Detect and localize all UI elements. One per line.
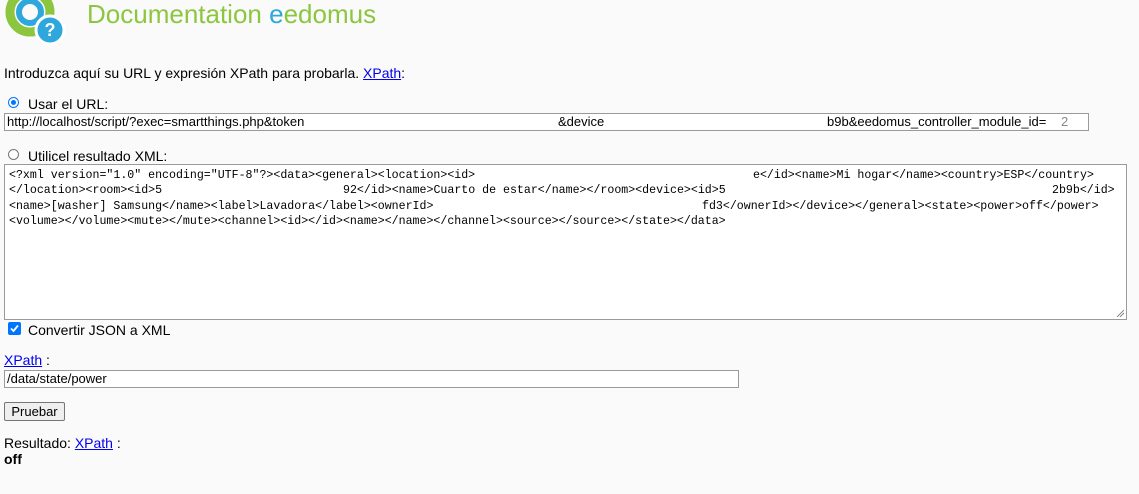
url-value-part3: b9b&eedomus_controller_module_id=: [827, 114, 1047, 129]
resize-grip-icon[interactable]: [1116, 309, 1124, 317]
intro-xpath-link[interactable]: XPath: [363, 65, 401, 81]
page-title: Documentation eedomus: [87, 0, 377, 29]
eedomus-logo-icon: ?: [5, 0, 66, 46]
xml-line: <?xml version="1.0" encoding="UTF-8"?><d…: [9, 169, 1094, 182]
use-xml-label: Utilicel resultado XML:: [28, 148, 168, 164]
url-value-part2: &device: [558, 114, 605, 129]
intro-label: Introduzca aquí su URL y expresión XPath…: [4, 65, 364, 81]
use-xml-radio[interactable]: [8, 148, 19, 160]
use-url-option[interactable]: Usar el URL:: [8, 96, 108, 112]
svg-text:?: ?: [45, 20, 56, 40]
xpath-tester-page: ? Documentation eedomus Introduzca aquí …: [0, 0, 1139, 494]
use-xml-option[interactable]: Utilicel resultado XML:: [8, 148, 167, 164]
xpath-input[interactable]: /data/state/power: [4, 370, 739, 388]
use-url-label: Usar el URL:: [28, 96, 109, 112]
xpath-label: XPath :: [4, 352, 50, 368]
convert-json-checkbox[interactable]: [8, 321, 21, 335]
url-input[interactable]: http://localhost/script/?exec=smartthing…: [4, 113, 1089, 131]
xml-line: <name>[washer] Samsung</name><label>Lava…: [9, 199, 1099, 213]
xml-line: <volume></volume><mute></mute><channel><…: [9, 214, 726, 228]
convert-json-option[interactable]: Convertir JSON a XML: [8, 321, 171, 338]
test-button[interactable]: Pruebar: [4, 402, 65, 421]
url-value-part4: 2: [1061, 114, 1069, 129]
convert-json-label: Convertir JSON a XML: [28, 322, 171, 338]
checkmark-icon: [10, 324, 19, 332]
xml-textarea[interactable]: <?xml version="1.0" encoding="UTF-8"?><d…: [4, 164, 1127, 320]
result-value: off: [4, 451, 22, 467]
result-xpath-link[interactable]: XPath: [75, 435, 113, 451]
result-label: Resultado: XPath :: [4, 435, 121, 451]
xml-line: </location><room><id>5 92</id><name>Cuar…: [9, 184, 1115, 198]
intro-text: Introduzca aquí su URL y expresión XPath…: [4, 65, 406, 81]
use-url-radio[interactable]: [8, 96, 19, 108]
url-value-part1: http://localhost/script/?exec=smartthing…: [7, 114, 305, 129]
xpath-label-link[interactable]: XPath: [4, 352, 42, 368]
xpath-input-value: /data/state/power: [7, 371, 107, 386]
